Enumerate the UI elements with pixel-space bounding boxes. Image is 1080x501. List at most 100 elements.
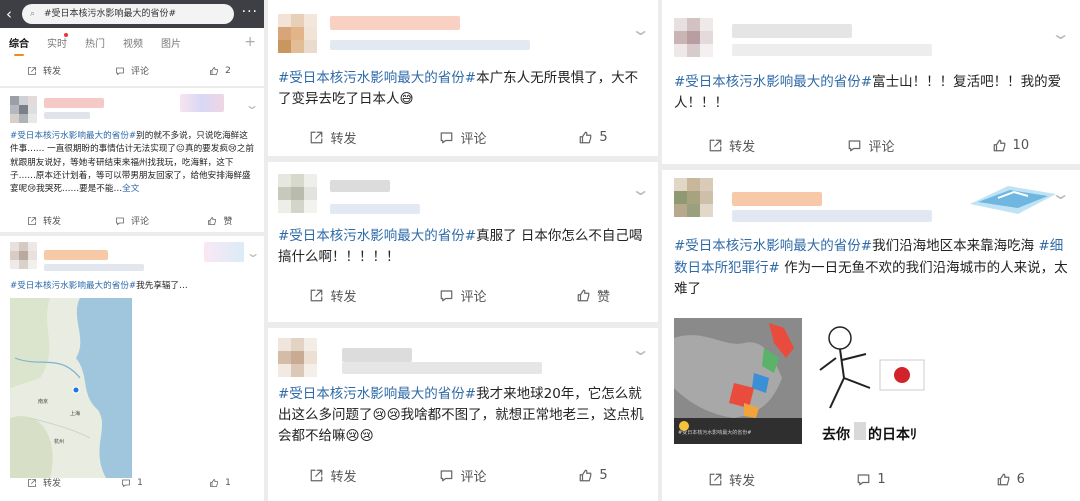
hashtag-link[interactable]: #受日本核污水影响最大的省份# bbox=[674, 74, 872, 90]
repost-icon bbox=[709, 139, 722, 152]
like-button[interactable]: 10 bbox=[941, 136, 1080, 155]
chevron-down-icon[interactable]: ⌄ bbox=[244, 98, 259, 112]
chevron-down-icon[interactable]: ⌄ bbox=[631, 340, 651, 359]
post-card[interactable]: ⌄ #受日本核污水影响最大的省份#我们沿海地区本来靠海吃海 #细数日本所犯罪行#… bbox=[662, 170, 1080, 501]
tab-video[interactable]: 视频 bbox=[114, 35, 152, 50]
username-blur bbox=[330, 180, 390, 192]
repost-button[interactable]: 转发 bbox=[268, 128, 398, 147]
hashtag-link[interactable]: #受日本核污水影响最大的省份# bbox=[674, 238, 872, 254]
comment-button[interactable]: 1 bbox=[88, 476, 176, 489]
map-image[interactable]: #受日本核污水影响最大的省份# bbox=[674, 318, 802, 444]
like-button[interactable]: 2 bbox=[176, 64, 264, 77]
tab-all[interactable]: 综合 bbox=[0, 35, 38, 56]
repost-button[interactable]: 转发 bbox=[0, 214, 88, 227]
avatar[interactable] bbox=[10, 96, 37, 123]
action-bar: 转发 1 1 bbox=[0, 476, 264, 489]
chevron-down-icon[interactable]: ⌄ bbox=[631, 180, 651, 199]
chevron-down-icon[interactable]: ⌄ bbox=[1051, 24, 1071, 43]
meme-drawing bbox=[819, 326, 925, 409]
like-button[interactable]: 赞 bbox=[528, 286, 658, 305]
post-card[interactable]: ⌄ #受日本核污水影响最大的省份#本广东人无所畏惧了，大不了变异去吃了日本人😅 … bbox=[268, 0, 658, 156]
comment-icon bbox=[441, 290, 453, 302]
thumbs-up-icon bbox=[208, 216, 217, 225]
panel-left: ‹ ⌕ #受日本核污水影响最大的省份# ··· 综合 实时 热门 视频 图片 +… bbox=[0, 0, 264, 501]
avatar[interactable] bbox=[278, 174, 317, 213]
action-bar: 转发 评论 5 bbox=[268, 128, 658, 147]
hashtag-link[interactable]: #受日本核污水影响最大的省份# bbox=[278, 228, 476, 244]
post-text: #受日本核污水影响最大的省份#别的就不多说，只说吃海鲜这件事…… 一直很期盼的事… bbox=[10, 131, 255, 195]
repost-icon bbox=[28, 478, 36, 487]
repost-button[interactable]: 转发 bbox=[268, 466, 398, 485]
tab-hot[interactable]: 热门 bbox=[76, 35, 114, 50]
chevron-down-icon[interactable]: ⌄ bbox=[245, 246, 260, 260]
map-image[interactable]: 南京 上海 杭州 bbox=[10, 298, 132, 478]
tab-images[interactable]: 图片 bbox=[152, 35, 190, 50]
repost-button[interactable]: 转发 bbox=[662, 470, 801, 489]
action-bar: 转发 评论 5 bbox=[268, 466, 658, 485]
comment-button[interactable]: 评论 bbox=[398, 128, 528, 147]
hashtag-link[interactable]: #受日本核污水影响最大的省份# bbox=[278, 386, 476, 402]
post-card[interactable]: ⌄ #受日本核污水影响最大的省份#别的就不多说，只说吃海鲜这件事…… 一直很期盼… bbox=[0, 88, 264, 232]
repost-button[interactable]: 转发 bbox=[268, 286, 398, 305]
comment-button[interactable]: 1 bbox=[801, 470, 940, 489]
thumbs-up-icon bbox=[997, 473, 1010, 486]
repost-icon bbox=[28, 66, 36, 75]
expand-full-text-link[interactable]: 全文 bbox=[122, 184, 139, 194]
like-button[interactable]: 赞 bbox=[176, 214, 264, 227]
search-bar-area: ‹ ⌕ #受日本核污水影响最大的省份# ··· bbox=[0, 0, 264, 28]
repost-button[interactable]: 转发 bbox=[0, 64, 88, 77]
thumbs-up-icon bbox=[580, 131, 592, 144]
avatar[interactable] bbox=[674, 178, 713, 217]
post-text: #受日本核污水影响最大的省份#本广东人无所畏惧了，大不了变异去吃了日本人😅 bbox=[278, 70, 639, 107]
avatar[interactable] bbox=[10, 242, 37, 269]
comment-button[interactable]: 评论 bbox=[398, 466, 528, 485]
timestamp-blur bbox=[330, 204, 420, 214]
comment-icon bbox=[441, 470, 453, 482]
like-button[interactable]: 5 bbox=[528, 128, 658, 147]
add-tab-icon[interactable]: + bbox=[244, 34, 256, 50]
comment-button[interactable]: 评论 bbox=[88, 214, 176, 227]
username-blur bbox=[44, 98, 104, 108]
timestamp-blur bbox=[342, 362, 542, 374]
post-text: #受日本核污水影响最大的省份#我们沿海地区本来靠海吃海 #细数日本所犯罪行# 作… bbox=[674, 238, 1068, 298]
more-icon[interactable]: ··· bbox=[242, 4, 258, 20]
hashtag-link[interactable]: #受日本核污水影响最大的省份# bbox=[278, 70, 476, 86]
avatar[interactable] bbox=[278, 14, 317, 53]
tab-bar: 综合 实时 热门 视频 图片 + bbox=[0, 28, 264, 56]
comment-icon bbox=[116, 217, 124, 225]
action-bar: 转发 1 6 bbox=[662, 470, 1080, 489]
username-blur bbox=[342, 348, 412, 362]
search-icon: ⌕ bbox=[30, 9, 36, 19]
chevron-down-icon[interactable]: ⌄ bbox=[1051, 184, 1071, 203]
repost-button[interactable]: 转发 bbox=[0, 476, 88, 489]
hashtag-link[interactable]: #受日本核污水影响最大的省份# bbox=[10, 131, 136, 141]
like-button[interactable]: 5 bbox=[528, 466, 658, 485]
username-blur bbox=[44, 250, 108, 260]
post-card[interactable]: ⌄ #受日本核污水影响最大的省份#富士山！！！复活吧！！我的爱人！！！ 转发 评… bbox=[662, 0, 1080, 164]
chevron-down-icon[interactable]: ⌄ bbox=[631, 20, 651, 39]
like-button[interactable]: 1 bbox=[176, 476, 264, 489]
hashtag-link[interactable]: #受日本核污水影响最大的省份# bbox=[10, 281, 136, 291]
timestamp-blur bbox=[44, 264, 144, 271]
comment-button[interactable]: 评论 bbox=[88, 64, 176, 77]
comment-button[interactable]: 评论 bbox=[398, 286, 528, 305]
avatar[interactable] bbox=[674, 18, 713, 57]
comment-icon bbox=[857, 474, 870, 486]
post-card[interactable]: ⌄ #受日本核污水影响最大的省份#真服了 日本你怎么不自己喝 搞什么啊！！！！！… bbox=[268, 162, 658, 322]
comment-button[interactable]: 评论 bbox=[801, 136, 940, 155]
tab-realtime[interactable]: 实时 bbox=[38, 32, 76, 50]
meme-image[interactable]: 去你 的日本ﾘ bbox=[810, 318, 946, 444]
avatar[interactable] bbox=[278, 338, 317, 377]
username-blur bbox=[732, 24, 852, 38]
timestamp-blur bbox=[330, 40, 530, 50]
repost-button[interactable]: 转发 bbox=[662, 136, 801, 155]
decoration-sticker bbox=[180, 94, 224, 112]
back-arrow-icon[interactable]: ‹ bbox=[6, 5, 12, 23]
comment-icon bbox=[116, 67, 124, 75]
post-card[interactable]: ⌄ #受日本核污水影响最大的省份#我先享辐了… 南京 上海 杭州 转发 1 1 bbox=[0, 236, 264, 501]
search-input[interactable]: ⌕ #受日本核污水影响最大的省份# bbox=[22, 4, 234, 24]
like-button[interactable]: 6 bbox=[941, 470, 1080, 489]
post-card[interactable]: ⌄ #受日本核污水影响最大的省份#我才来地球20年，它怎么就出这么多问题了😢😢我… bbox=[268, 328, 658, 501]
thumbs-up-icon bbox=[210, 478, 219, 487]
repost-icon bbox=[311, 131, 323, 144]
